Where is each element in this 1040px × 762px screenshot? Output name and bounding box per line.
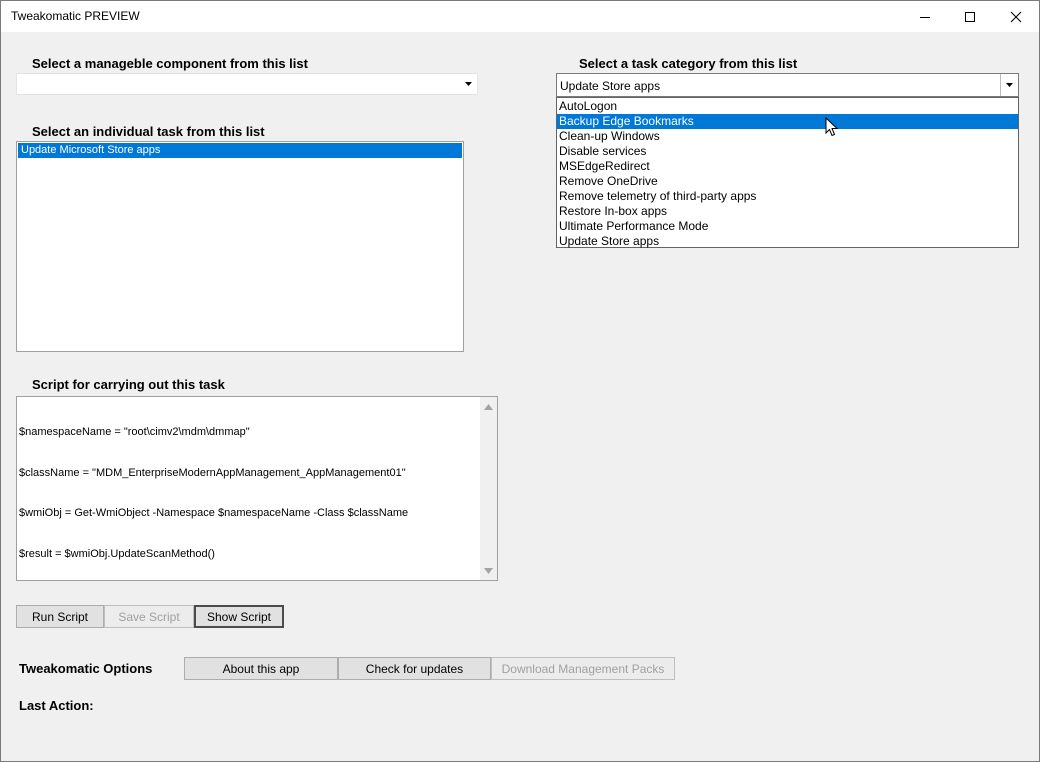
category-combobox[interactable]: Update Store apps [556, 73, 1019, 97]
minimize-button[interactable] [902, 1, 948, 32]
script-label: Script for carrying out this task [32, 377, 225, 392]
scroll-down-button[interactable] [480, 562, 497, 579]
script-scrollbar[interactable] [480, 397, 497, 580]
check-updates-button[interactable]: Check for updates [338, 657, 491, 680]
category-option[interactable]: Remove OneDrive [557, 174, 1018, 189]
last-action-label: Last Action: [19, 698, 94, 713]
category-option[interactable]: Update Store apps [557, 234, 1018, 249]
minimize-icon [920, 16, 930, 18]
component-dropdown-button[interactable] [460, 74, 477, 94]
category-dropdown-list[interactable]: AutoLogon Backup Edge Bookmarks Clean-up… [556, 97, 1019, 248]
mouse-pointer-icon [825, 117, 838, 137]
maximize-icon [965, 11, 975, 22]
scroll-down-arrow-icon [484, 567, 493, 574]
title-bar[interactable]: Tweakomatic PREVIEW [1, 1, 1039, 32]
category-option[interactable]: Remove telemetry of third-party apps [557, 189, 1018, 204]
script-line: $namespaceName = "root\cimv2\mdm\dmmap" [19, 426, 250, 438]
script-content: $namespaceName = "root\cimv2\mdm\dmmap" … [19, 399, 479, 580]
category-option[interactable]: Restore In-box apps [557, 204, 1018, 219]
maximize-button[interactable] [947, 1, 993, 32]
script-line: $className = "MDM_EnterpriseModernAppMan… [19, 466, 406, 479]
script-line: $wmiObj = Get-WmiObject -Namespace $name… [19, 507, 409, 519]
category-dropdown-button[interactable] [1000, 74, 1018, 96]
dropdown-arrow-icon [465, 82, 472, 86]
task-list-label: Select an individual task from this list [32, 124, 265, 139]
save-script-button[interactable]: Save Script [104, 605, 194, 628]
category-option[interactable]: MSEdgeRedirect [557, 159, 1018, 174]
category-label: Select a task category from this list [579, 56, 798, 71]
category-option[interactable]: Disable services [557, 144, 1018, 159]
category-option[interactable]: Clean-up Windows [557, 129, 1018, 144]
app-window: Tweakomatic PREVIEW Select a manageble c… [0, 0, 1040, 762]
task-listbox[interactable]: Update Microsoft Store apps [16, 141, 464, 352]
category-option[interactable]: Backup Edge Bookmarks [557, 114, 1018, 129]
close-icon [1010, 11, 1022, 22]
scroll-up-button[interactable] [480, 398, 497, 415]
script-textbox[interactable]: $namespaceName = "root\cimv2\mdm\dmmap" … [16, 396, 498, 581]
component-combobox[interactable] [16, 73, 478, 95]
show-script-button[interactable]: Show Script [194, 605, 284, 628]
run-script-button[interactable]: Run Script [16, 605, 104, 628]
script-line: $result = $wmiObj.UpdateScanMethod() [19, 547, 215, 560]
task-list-item[interactable]: Update Microsoft Store apps [18, 143, 462, 158]
about-app-button[interactable]: About this app [184, 657, 338, 680]
category-value: Update Store apps [560, 79, 661, 93]
download-packs-button[interactable]: Download Management Packs [491, 657, 675, 680]
category-option[interactable]: AutoLogon [557, 99, 1018, 114]
category-option[interactable]: Ultimate Performance Mode [557, 219, 1018, 234]
scroll-up-arrow-icon [484, 403, 493, 410]
dropdown-arrow-icon [1006, 83, 1013, 87]
window-title: Tweakomatic PREVIEW [11, 9, 140, 23]
close-button[interactable] [993, 1, 1039, 32]
component-label: Select a manageble component from this l… [32, 56, 308, 71]
options-label: Tweakomatic Options [19, 661, 153, 676]
